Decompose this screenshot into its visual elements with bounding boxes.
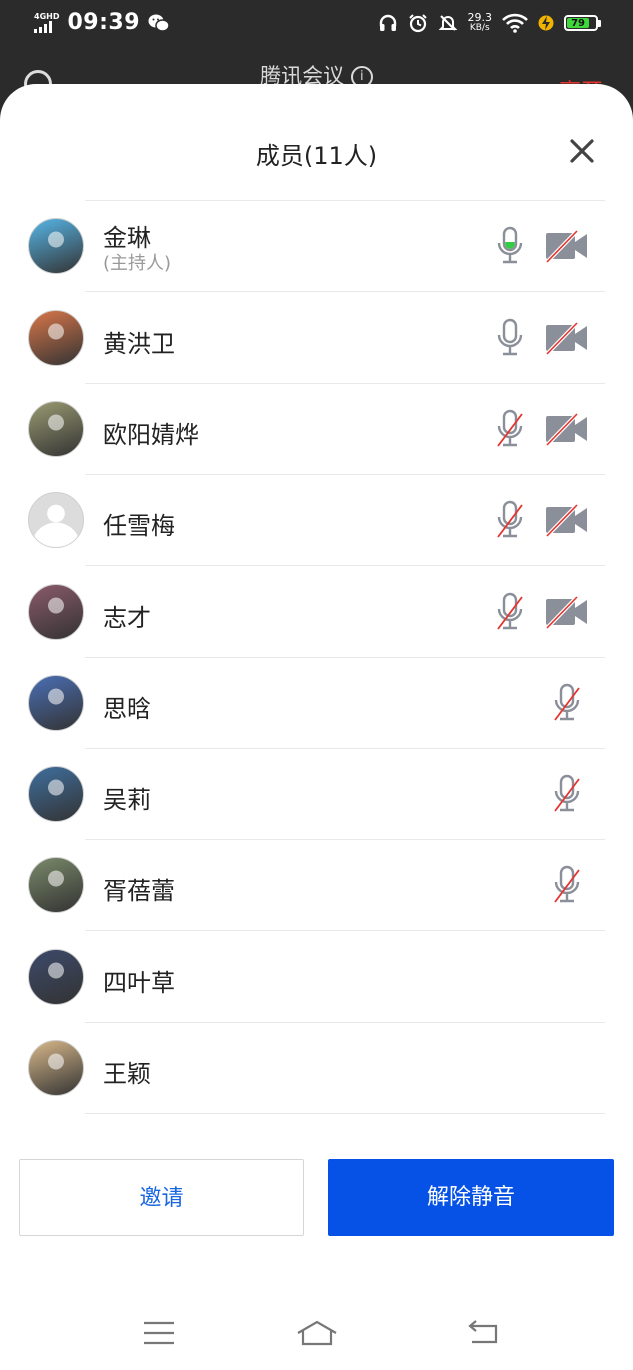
home-icon[interactable]	[296, 1320, 338, 1346]
invite-button[interactable]: 邀请	[19, 1159, 304, 1236]
avatar	[28, 583, 84, 640]
mic-muted-icon[interactable]	[495, 500, 525, 540]
member-row[interactable]: 欧阳婧烨	[0, 384, 633, 475]
member-name: 胥蓓蕾	[103, 877, 175, 906]
members-sheet: 成员(11人) (我)金琳(主持人)黄洪卫欧阳婧烨任雪梅志才思晗吴莉胥蓓蕾四叶草…	[0, 84, 633, 1370]
camera-off-icon[interactable]	[545, 595, 589, 629]
member-row[interactable]: 王颖	[0, 1023, 633, 1114]
member-row[interactable]: 志才	[0, 567, 633, 658]
member-name: 任雪梅	[103, 512, 175, 541]
back-icon[interactable]	[466, 1320, 498, 1346]
member-role: (主持人)	[103, 253, 172, 275]
avatar	[28, 857, 84, 914]
mute-bell-icon	[438, 15, 457, 31]
wifi-icon	[502, 13, 528, 33]
camera-off-icon[interactable]	[545, 229, 589, 264]
avatar	[28, 309, 84, 366]
member-row[interactable]: 胥蓓蕾	[0, 840, 633, 932]
avatar	[28, 400, 84, 457]
avatar	[28, 766, 84, 823]
network-speed: 29.3 KB/s	[467, 11, 493, 33]
menu-icon[interactable]	[143, 1320, 175, 1346]
mic-icon[interactable]	[495, 226, 525, 266]
mic-muted-icon[interactable]	[552, 774, 582, 814]
member-row[interactable]: 任雪梅	[0, 475, 633, 567]
row-divider	[85, 1113, 605, 1114]
mic-muted-icon[interactable]	[552, 683, 582, 723]
member-row[interactable]: 吴莉	[0, 749, 633, 841]
avatar	[28, 674, 84, 731]
headphones-icon	[379, 14, 396, 31]
charging-icon	[538, 15, 554, 31]
mic-muted-icon[interactable]	[495, 592, 525, 632]
mic-muted-icon[interactable]	[552, 865, 582, 905]
avatar	[28, 1040, 84, 1096]
signal-icon	[34, 20, 59, 33]
avatar	[28, 948, 84, 1005]
camera-off-icon[interactable]	[545, 321, 589, 355]
member-row[interactable]: (我)	[0, 184, 633, 201]
clock: 09:39	[67, 10, 140, 35]
member-name: 王颖	[103, 1060, 151, 1088]
sheet-title: 成员(11人)	[255, 142, 378, 170]
alarm-icon	[408, 14, 427, 33]
member-row[interactable]: 黄洪卫	[0, 293, 633, 384]
status-bar: 4GHD 09:39 29.3 KB/s 79	[0, 0, 633, 50]
mic-muted-icon[interactable]	[495, 409, 525, 449]
avatar	[28, 492, 84, 549]
member-name: 四叶草	[103, 968, 175, 997]
close-icon[interactable]	[567, 136, 597, 166]
camera-off-icon[interactable]	[545, 503, 589, 538]
unmute-all-button[interactable]: 解除静音	[328, 1159, 614, 1236]
network-type: 4GHD	[34, 11, 60, 21]
avatar	[28, 218, 84, 275]
member-row[interactable]: 四叶草	[0, 932, 633, 1023]
member-name: 黄洪卫	[103, 329, 175, 358]
member-name: 吴莉	[103, 786, 151, 815]
camera-off-icon[interactable]	[545, 412, 589, 446]
member-list[interactable]: (我)金琳(主持人)黄洪卫欧阳婧烨任雪梅志才思晗吴莉胥蓓蕾四叶草王颖	[0, 184, 633, 1128]
member-row[interactable]: 思晗	[0, 658, 633, 749]
member-row[interactable]: 金琳 (主持人)	[0, 201, 633, 293]
member-name: 欧阳婧烨	[103, 420, 199, 449]
member-name: 思晗	[103, 694, 151, 723]
battery-icon: 79	[564, 15, 601, 31]
member-name: 金琳	[103, 224, 151, 253]
member-name: 志才	[103, 603, 151, 632]
navigation-bar	[0, 1314, 633, 1354]
wechat-icon	[148, 14, 170, 32]
signal-indicator: 4GHD	[34, 11, 60, 33]
mic-icon[interactable]	[495, 318, 525, 358]
